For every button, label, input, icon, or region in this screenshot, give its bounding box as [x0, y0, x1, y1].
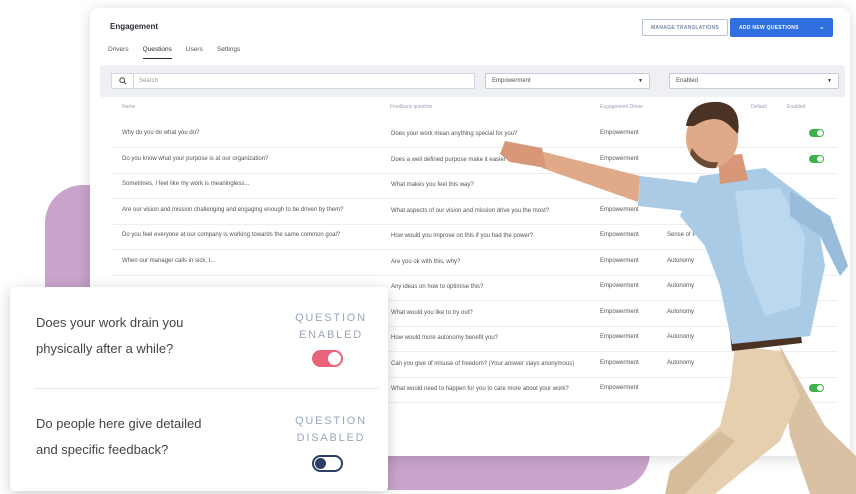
top-bar: Engagement MANAGE TRANSLATIONS ADD NEW Q… — [90, 8, 850, 48]
question-2-status-line-1: QUESTION — [295, 415, 367, 427]
question-1-status: QUESTION ENABLED — [288, 310, 374, 344]
question-1-line-2: physically after a while? — [36, 341, 174, 356]
dropdown-arrow-icon: ▼ — [638, 78, 643, 84]
question-name: Sometimes, I feel like my work is meanin… — [122, 181, 250, 187]
tab-users[interactable]: Users — [186, 46, 203, 59]
tab-bar: Drivers Questions Users Settings — [108, 46, 240, 59]
question-name: Do you know what your purpose is at our … — [122, 155, 269, 162]
driver-select[interactable]: Empowerment ▼ — [485, 73, 650, 89]
divider — [34, 388, 379, 389]
add-new-questions-label: ADD NEW QUESTIONS — [739, 24, 799, 31]
search-input[interactable]: Search — [133, 73, 475, 89]
page-title: Engagement — [110, 22, 159, 31]
status-select-value: Enabled — [676, 78, 699, 84]
question-1-status-line-2: ENABLED — [299, 329, 363, 341]
question-2-toggle[interactable] — [312, 455, 343, 472]
tab-settings[interactable]: Settings — [217, 46, 241, 59]
question-toggle-card: Does your work drain you physically afte… — [10, 287, 388, 491]
manage-translations-button[interactable]: MANAGE TRANSLATIONS — [642, 19, 728, 36]
driver-select-value: Empowerment — [492, 78, 531, 84]
question-1-toggle[interactable] — [312, 350, 343, 367]
question-2-line-1: Do people here give detailed — [36, 416, 202, 431]
column-header-name[interactable]: Name — [122, 104, 135, 110]
jumping-man-illustration — [500, 101, 856, 494]
question-name: Do you feel everyone at our company is w… — [122, 232, 341, 238]
question-name: Why do you do what you do? — [122, 130, 200, 136]
tab-questions[interactable]: Questions — [142, 46, 172, 59]
dropdown-arrow-icon: ▼ — [827, 78, 832, 84]
status-select[interactable]: Enabled ▼ — [669, 73, 839, 89]
add-new-questions-button[interactable]: ADD NEW QUESTIONS ⌄ — [730, 18, 833, 37]
question-2-text: Do people here give detailed and specifi… — [36, 411, 251, 463]
search-icon[interactable] — [111, 73, 133, 89]
question-2-status: QUESTION DISABLED — [288, 413, 374, 447]
question-1-line-1: Does your work drain you — [36, 315, 184, 330]
question-name: When our manager calls in sick, I... — [122, 257, 216, 264]
question-2-line-2: and specific feedback? — [36, 442, 169, 457]
question-1-text: Does your work drain you physically afte… — [36, 310, 251, 362]
filter-bar: Search Empowerment ▼ Enabled ▼ — [100, 65, 845, 97]
question-2-status-line-2: DISABLED — [296, 432, 366, 444]
tab-drivers[interactable]: Drivers — [108, 46, 129, 59]
question-1-status-line-1: QUESTION — [295, 312, 367, 324]
chevron-down-icon: ⌄ — [818, 24, 825, 31]
question-name: Are our vision and mission challenging a… — [122, 206, 344, 213]
column-header-feedback[interactable]: Feedback question — [390, 104, 432, 110]
